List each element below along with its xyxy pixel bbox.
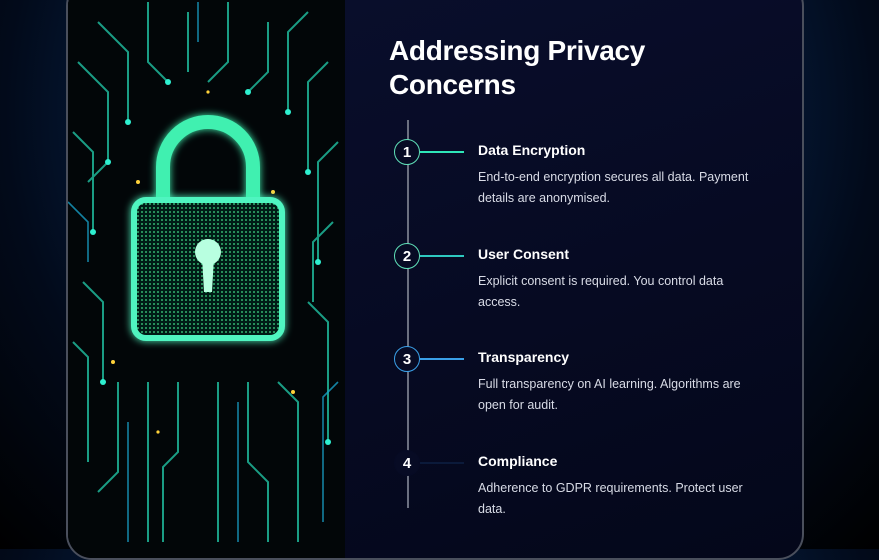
step-title: Compliance [478,453,558,469]
step-connector [420,462,464,464]
step-number-badge: 2 [394,243,420,269]
step-description: Adherence to GDPR requirements. Protect … [478,481,743,516]
step-connector [420,255,464,257]
step-title: Transparency [478,349,570,365]
step-transparency: 3 Transparency Full transparency on AI l… [345,346,785,426]
step-title: Data Encryption [478,142,586,158]
privacy-content: Addressing Privacy Concerns 1 Data Encry… [345,0,802,558]
step-compliance: 4 Compliance Adherence to GDPR requireme… [345,450,785,530]
step-description: End-to-end encryption secures all data. … [478,170,749,205]
padlock-circuit-image [68,2,345,542]
page-title: Addressing Privacy Concerns [389,35,646,100]
step-user-consent: 2 User Consent Explicit consent is requi… [345,243,785,323]
step-description: Full transparency on AI learning. Algori… [478,377,741,412]
step-number-badge: 4 [394,450,420,476]
slide-card: Addressing Privacy Concerns 1 Data Encry… [66,0,804,560]
step-data-encryption: 1 Data Encryption End-to-end encryption … [345,139,785,219]
step-number-badge: 3 [394,346,420,372]
security-illustration [68,0,345,558]
step-connector [420,151,464,153]
step-connector [420,358,464,360]
step-title: User Consent [478,246,570,262]
step-description: Explicit consent is required. You contro… [478,274,724,309]
step-number-badge: 1 [394,139,420,165]
